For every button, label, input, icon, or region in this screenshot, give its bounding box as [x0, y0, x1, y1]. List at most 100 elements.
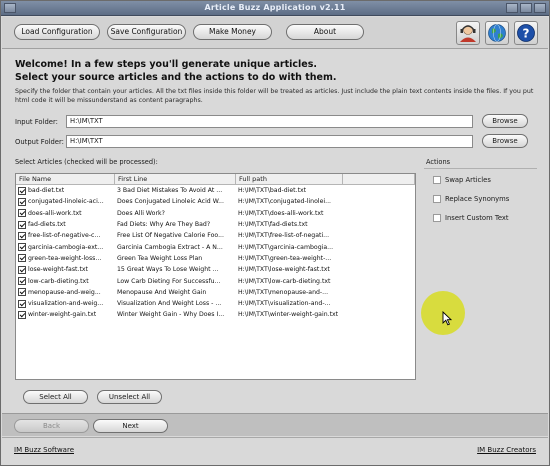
select-articles-label: Select Articles (checked will be process…	[15, 158, 158, 166]
article-file-name: does-alli-work.txt	[28, 209, 82, 217]
article-row[interactable]: fad-diets.txt Fad Diets: Why Are They Bad…	[16, 219, 415, 230]
load-configuration-button[interactable]: Load Configuration	[14, 24, 100, 40]
user-support-button[interactable]	[456, 21, 480, 45]
article-row[interactable]: free-list-of-negative-c... Free List Of N…	[16, 230, 415, 241]
browse-output-button[interactable]: Browse	[482, 134, 528, 148]
article-first-line: Winter Weight Gain - Why Does I...	[117, 311, 225, 319]
article-row[interactable]: menopause-and-weig... Menopause And Weigh…	[16, 287, 415, 298]
article-row[interactable]: winter-weight-gain.txt Winter Weight Gain…	[16, 309, 415, 320]
replace-synonyms-checkbox[interactable]	[433, 195, 441, 203]
article-checkbox[interactable]	[18, 310, 26, 319]
unselect-all-button[interactable]: Unselect All	[97, 390, 162, 404]
article-checkbox[interactable]	[18, 288, 26, 297]
footer: IM Buzz Software IM Buzz Creators	[2, 437, 548, 465]
articles-list[interactable]: File Name First Line Full path bad-diet.…	[15, 173, 416, 380]
article-row[interactable]: does-alli-work.txt Does Alli Work? H:\IM\T…	[16, 208, 415, 219]
title-bar: Article Buzz Application v2.11	[1, 1, 549, 16]
article-file-name: menopause-and-weig...	[28, 288, 101, 296]
article-file-name: visualization-and-weig...	[28, 300, 104, 308]
next-button[interactable]: Next	[93, 419, 168, 433]
article-checkbox[interactable]	[18, 299, 26, 308]
article-file-name: lose-weight-fast.txt	[28, 266, 88, 274]
actions-divider	[424, 168, 537, 169]
article-checkbox[interactable]	[18, 277, 26, 286]
make-money-button[interactable]: Make Money	[193, 24, 272, 40]
article-file-name-cell: menopause-and-weig...	[16, 288, 115, 297]
article-full-path: H:\IM\TXT\garcinia-cambogia...	[238, 243, 334, 251]
output-folder-field[interactable]: H:\IM\TXT	[66, 135, 473, 148]
article-row[interactable]: visualization-and-weig... Visualization A…	[16, 298, 415, 309]
article-file-name-cell: bad-diet.txt	[16, 186, 115, 195]
column-header-file-name[interactable]: File Name	[16, 174, 115, 184]
intro-heading: Welcome! In a few steps you'll generate …	[15, 58, 336, 84]
toolbar: Load Configuration Save Configuration Ma…	[2, 17, 548, 49]
save-configuration-button[interactable]: Save Configuration	[107, 24, 186, 40]
article-full-path: H:\IM\TXT\visualization-and-...	[238, 300, 331, 308]
input-folder-field[interactable]: H:\IM\TXT	[66, 115, 473, 128]
article-checkbox[interactable]	[18, 209, 26, 218]
article-row[interactable]: conjugated-linoleic-aci... Does Conjugate…	[16, 196, 415, 207]
article-full-path: H:\IM\TXT\green-tea-weight-...	[238, 254, 332, 262]
website-button[interactable]	[485, 21, 509, 45]
article-checkbox[interactable]	[18, 197, 26, 206]
article-full-path: H:\IM\TXT\bad-diet.txt	[238, 187, 307, 195]
help-button[interactable]: ?	[514, 21, 538, 45]
article-first-line: Visualization And Weight Loss - ...	[117, 300, 222, 308]
article-full-path: H:\IM\TXT\conjugated-linolei...	[238, 198, 331, 206]
globe-icon	[488, 24, 506, 42]
insert-custom-text-label: Insert Custom Text	[445, 214, 509, 222]
help-icon: ?	[517, 24, 535, 42]
article-first-line: 3 Bad Diet Mistakes To Avoid At ...	[117, 187, 223, 195]
article-row[interactable]: green-tea-weight-loss... Green Tea Weight…	[16, 253, 415, 264]
article-file-name-cell: conjugated-linoleic-aci...	[16, 197, 115, 206]
article-row[interactable]: lose-weight-fast.txt 15 Great Ways To Los…	[16, 264, 415, 275]
article-checkbox[interactable]	[18, 220, 26, 229]
window-title: Article Buzz Application v2.11	[204, 3, 346, 12]
article-file-name-cell: visualization-and-weig...	[16, 299, 115, 308]
article-file-name: winter-weight-gain.txt	[28, 311, 97, 319]
output-folder-label: Output Folder:	[15, 138, 64, 146]
article-file-name-cell: does-alli-work.txt	[16, 209, 115, 218]
swap-articles-label: Swap Articles	[445, 176, 491, 184]
article-full-path: H:\IM\TXT\free-list-of-negati...	[238, 232, 330, 240]
column-header-first-line[interactable]: First Line	[115, 174, 236, 184]
article-file-name: conjugated-linoleic-aci...	[28, 198, 104, 206]
im-buzz-creators-link[interactable]: IM Buzz Creators	[477, 446, 536, 454]
about-button[interactable]: About	[286, 24, 364, 40]
column-header-empty[interactable]	[343, 174, 415, 184]
insert-custom-text-option[interactable]: Insert Custom Text	[433, 214, 509, 222]
article-first-line: Does Conjugated Linoleic Acid W...	[117, 198, 224, 206]
article-full-path: H:\IM\TXT\does-alli-work.txt	[238, 209, 324, 217]
intro-line-2: Select your source articles and the acti…	[15, 72, 337, 83]
article-file-name: low-carb-dieting.txt	[28, 277, 89, 285]
article-file-name: green-tea-weight-loss...	[28, 254, 102, 262]
article-file-name-cell: low-carb-dieting.txt	[16, 277, 115, 286]
article-full-path: H:\IM\TXT\fad-diets.txt	[238, 221, 308, 229]
article-row[interactable]: garcinia-cambogia-ext... Garcinia Cambogi…	[16, 241, 415, 252]
column-header-full-path[interactable]: Full path	[236, 174, 343, 184]
article-checkbox[interactable]	[18, 231, 26, 240]
replace-synonyms-option[interactable]: Replace Synonyms	[433, 195, 509, 203]
article-checkbox[interactable]	[18, 186, 26, 195]
article-row[interactable]: bad-diet.txt 3 Bad Diet Mistakes To Avoid…	[16, 185, 415, 196]
minimize-button[interactable]	[506, 3, 518, 13]
back-button[interactable]: Back	[14, 419, 89, 433]
insert-custom-text-checkbox[interactable]	[433, 214, 441, 222]
article-file-name: fad-diets.txt	[28, 221, 66, 229]
swap-articles-checkbox[interactable]	[433, 176, 441, 184]
article-checkbox[interactable]	[18, 243, 26, 252]
browse-input-button[interactable]: Browse	[482, 114, 528, 128]
article-checkbox[interactable]	[18, 254, 26, 263]
article-row[interactable]: low-carb-dieting.txt Low Carb Dieting For…	[16, 275, 415, 286]
close-button[interactable]	[534, 3, 546, 13]
im-buzz-software-link[interactable]: IM Buzz Software	[14, 446, 74, 454]
article-first-line: 15 Great Ways To Lose Weight ...	[117, 266, 219, 274]
swap-articles-option[interactable]: Swap Articles	[433, 176, 491, 184]
select-all-button[interactable]: Select All	[23, 390, 88, 404]
article-checkbox[interactable]	[18, 265, 26, 274]
articles-rows: bad-diet.txt 3 Bad Diet Mistakes To Avoid…	[16, 185, 415, 321]
maximize-button[interactable]	[520, 3, 532, 13]
article-first-line: Free List Of Negative Calorie Foo...	[117, 232, 224, 240]
article-full-path: H:\IM\TXT\winter-weight-gain.txt	[238, 311, 339, 319]
article-first-line: Low Carb Dieting For Successfu...	[117, 277, 221, 285]
